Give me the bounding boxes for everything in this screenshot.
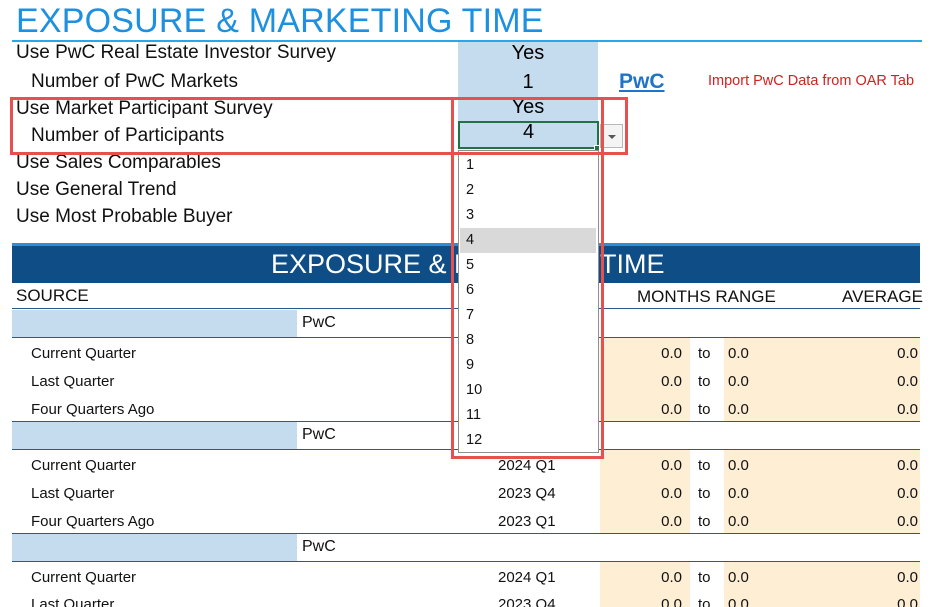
range-low[interactable]: 0.0: [600, 596, 682, 607]
row-name: Last Quarter: [31, 485, 115, 502]
group-label: PwC: [302, 314, 336, 331]
range-to: to: [698, 373, 711, 390]
range-high[interactable]: 0.0: [728, 513, 749, 530]
setting-label-probable-buyer: Use Most Probable Buyer: [16, 206, 233, 227]
range-high[interactable]: 0.0: [728, 485, 749, 502]
row-name: Current Quarter: [31, 569, 137, 586]
range-low[interactable]: 0.0: [600, 485, 682, 502]
row-quarter: 2023 Q4: [498, 596, 556, 607]
average-value: 0.0: [897, 373, 918, 390]
range-high[interactable]: 0.0: [728, 457, 749, 474]
header-months-range: MONTHS RANGE: [637, 287, 776, 306]
row-quarter: 2024 Q1: [498, 569, 556, 586]
range-high[interactable]: 0.0: [728, 373, 749, 390]
range-low[interactable]: 0.0: [600, 373, 682, 390]
average-value: 0.0: [897, 485, 918, 502]
range-high[interactable]: 0.0: [728, 596, 749, 607]
setting-label-general-trend: Use General Trend: [16, 179, 177, 200]
row-name: Current Quarter: [31, 457, 137, 474]
row-quarter: 2024 Q1: [498, 457, 556, 474]
pwc-survey-value[interactable]: Yes: [458, 42, 598, 65]
range-low[interactable]: 0.0: [600, 569, 682, 586]
highlight-box-dropdown: [451, 97, 604, 459]
average-value: 0.0: [897, 457, 918, 474]
banner-title-left: EXPOSURE & M: [271, 249, 477, 279]
row-name: Four Quarters Ago: [31, 401, 155, 418]
range-high[interactable]: 0.0: [728, 401, 749, 418]
range-to: to: [698, 345, 711, 362]
row-quarter: 2023 Q1: [498, 513, 556, 530]
range-low[interactable]: 0.0: [600, 457, 682, 474]
row-name: Last Quarter: [31, 373, 115, 390]
range-to: to: [698, 569, 711, 586]
banner-title-right: TIME: [600, 249, 665, 279]
group-header-cell: [12, 534, 297, 561]
range-to: to: [698, 596, 711, 607]
range-low[interactable]: 0.0: [600, 345, 682, 362]
pwc-markets-value[interactable]: 1: [458, 71, 598, 94]
pwc-link[interactable]: PwC: [619, 70, 665, 94]
row-name: Current Quarter: [31, 345, 137, 362]
page-title: EXPOSURE & MARKETING TIME: [16, 2, 544, 40]
row-quarter: 2023 Q4: [498, 485, 556, 502]
average-value: 0.0: [897, 345, 918, 362]
range-to: to: [698, 457, 711, 474]
range-high[interactable]: 0.0: [728, 345, 749, 362]
average-value: 0.0: [897, 401, 918, 418]
group-header-cell: [12, 310, 297, 337]
group-header-cell: [12, 422, 297, 449]
group-label: PwC: [302, 426, 336, 443]
import-note: Import PwC Data from OAR Tab: [708, 73, 915, 89]
row-name: Four Quarters Ago: [31, 513, 155, 530]
range-to: to: [698, 485, 711, 502]
range-high[interactable]: 0.0: [728, 569, 749, 586]
range-low[interactable]: 0.0: [600, 513, 682, 530]
average-value: 0.0: [897, 569, 918, 586]
header-average: AVERAGE: [842, 287, 923, 306]
setting-label-sales-comparables: Use Sales Comparables: [16, 152, 221, 173]
range-to: to: [698, 401, 711, 418]
range-to: to: [698, 513, 711, 530]
setting-label-pwc-markets: Number of PwC Markets: [31, 71, 238, 92]
header-source: SOURCE: [16, 286, 89, 305]
average-value: 0.0: [897, 513, 918, 530]
row-name: Last Quarter: [31, 596, 115, 607]
average-value: 0.0: [897, 596, 918, 607]
range-low[interactable]: 0.0: [600, 401, 682, 418]
group-label: PwC: [302, 538, 336, 555]
setting-label-pwc-survey: Use PwC Real Estate Investor Survey: [16, 42, 336, 63]
